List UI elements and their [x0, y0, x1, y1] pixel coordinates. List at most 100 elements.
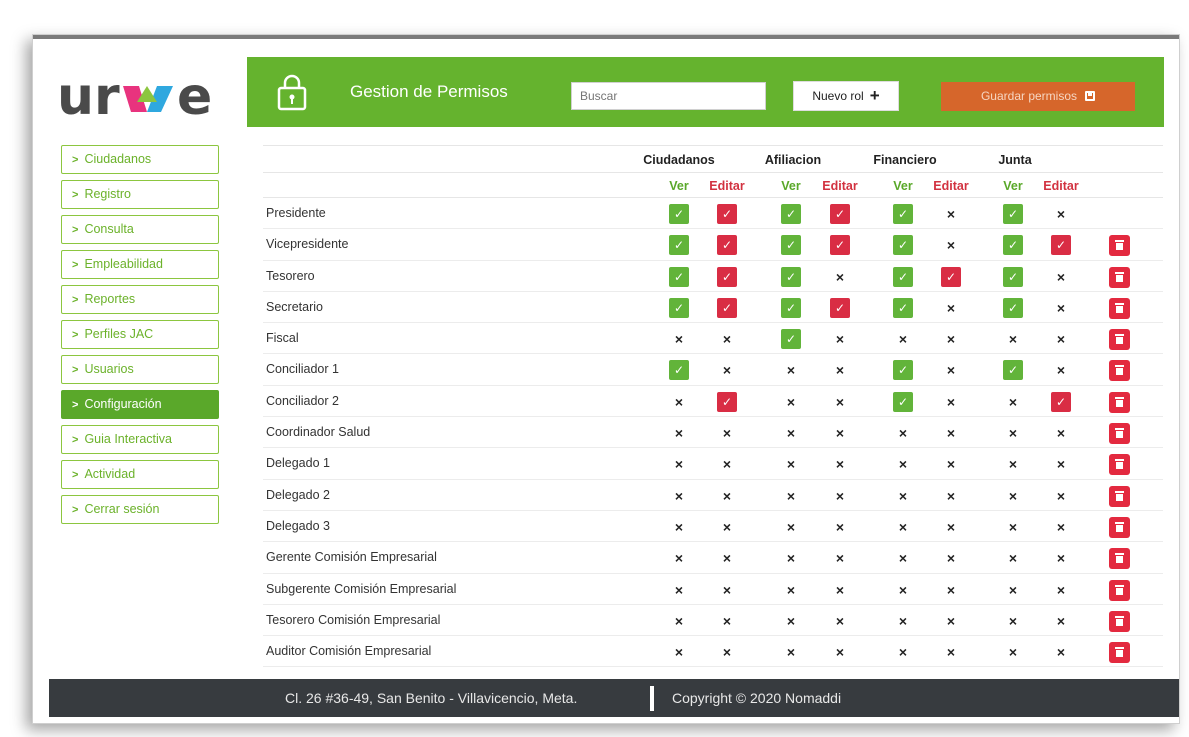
- cross-icon[interactable]: ×: [941, 548, 961, 568]
- cross-icon[interactable]: ×: [1003, 454, 1023, 474]
- cross-icon[interactable]: ×: [1051, 580, 1071, 600]
- sidebar-item-2[interactable]: > Consulta: [61, 215, 219, 244]
- trash-icon[interactable]: [1109, 391, 1130, 413]
- cross-icon[interactable]: ×: [1051, 423, 1071, 443]
- cross-icon[interactable]: ×: [717, 360, 737, 380]
- sidebar-item-10[interactable]: > Cerrar sesión: [61, 495, 219, 524]
- cross-icon[interactable]: ×: [717, 580, 737, 600]
- cross-icon[interactable]: ×: [941, 517, 961, 537]
- cross-icon[interactable]: ×: [781, 548, 801, 568]
- cross-icon[interactable]: ×: [893, 517, 913, 537]
- cross-icon[interactable]: ×: [941, 580, 961, 600]
- cross-icon[interactable]: ×: [893, 329, 913, 349]
- cross-icon[interactable]: ×: [717, 486, 737, 506]
- checkmark-icon[interactable]: ✓: [830, 204, 850, 224]
- trash-icon[interactable]: [1109, 423, 1130, 445]
- checkmark-icon[interactable]: ✓: [781, 297, 801, 318]
- cross-icon[interactable]: ×: [830, 360, 850, 380]
- cross-icon[interactable]: ×: [1051, 267, 1071, 287]
- cross-icon[interactable]: ×: [781, 611, 801, 631]
- cross-icon[interactable]: ×: [941, 298, 961, 318]
- cross-icon[interactable]: ×: [669, 580, 689, 600]
- cross-icon[interactable]: ×: [669, 611, 689, 631]
- checkmark-icon[interactable]: ✓: [781, 235, 801, 256]
- cross-icon[interactable]: ×: [781, 517, 801, 537]
- cross-icon[interactable]: ×: [669, 486, 689, 506]
- cross-icon[interactable]: ×: [717, 517, 737, 537]
- checkmark-icon[interactable]: ✓: [1003, 266, 1023, 287]
- cross-icon[interactable]: ×: [830, 642, 850, 662]
- checkmark-icon[interactable]: ✓: [830, 235, 850, 256]
- sidebar-item-0[interactable]: > Ciudadanos: [61, 145, 219, 174]
- cross-icon[interactable]: ×: [1051, 642, 1071, 662]
- cross-icon[interactable]: ×: [669, 642, 689, 662]
- checkmark-icon[interactable]: ✓: [893, 391, 913, 412]
- cross-icon[interactable]: ×: [781, 392, 801, 412]
- checkmark-icon[interactable]: ✓: [893, 266, 913, 287]
- checkmark-icon[interactable]: ✓: [893, 204, 913, 224]
- sidebar-item-8[interactable]: > Guia Interactiva: [61, 425, 219, 454]
- trash-icon[interactable]: [1109, 297, 1130, 319]
- cross-icon[interactable]: ×: [1003, 548, 1023, 568]
- cross-icon[interactable]: ×: [893, 454, 913, 474]
- cross-icon[interactable]: ×: [941, 235, 961, 255]
- cross-icon[interactable]: ×: [1051, 204, 1071, 224]
- save-permissions-button[interactable]: Guardar permisos: [941, 82, 1135, 111]
- cross-icon[interactable]: ×: [717, 454, 737, 474]
- sidebar-item-4[interactable]: > Reportes: [61, 285, 219, 314]
- checkmark-icon[interactable]: ✓: [717, 391, 737, 412]
- sidebar-item-5[interactable]: > Perfiles JAC: [61, 320, 219, 349]
- new-role-button[interactable]: Nuevo rol +: [793, 81, 899, 111]
- cross-icon[interactable]: ×: [941, 204, 961, 224]
- cross-icon[interactable]: ×: [830, 454, 850, 474]
- search-input[interactable]: [571, 82, 766, 110]
- trash-icon[interactable]: [1109, 360, 1130, 382]
- checkmark-icon[interactable]: ✓: [781, 266, 801, 287]
- cross-icon[interactable]: ×: [1003, 517, 1023, 537]
- cross-icon[interactable]: ×: [669, 517, 689, 537]
- cross-icon[interactable]: ×: [1003, 423, 1023, 443]
- sidebar-item-7[interactable]: > Configuración: [61, 390, 219, 419]
- cross-icon[interactable]: ×: [781, 454, 801, 474]
- cross-icon[interactable]: ×: [941, 611, 961, 631]
- checkmark-icon[interactable]: ✓: [717, 266, 737, 287]
- checkmark-icon[interactable]: ✓: [893, 297, 913, 318]
- cross-icon[interactable]: ×: [1003, 392, 1023, 412]
- cross-icon[interactable]: ×: [830, 548, 850, 568]
- checkmark-icon[interactable]: ✓: [1051, 391, 1071, 412]
- cross-icon[interactable]: ×: [830, 517, 850, 537]
- cross-icon[interactable]: ×: [893, 423, 913, 443]
- cross-icon[interactable]: ×: [941, 329, 961, 349]
- checkmark-icon[interactable]: ✓: [717, 204, 737, 224]
- cross-icon[interactable]: ×: [941, 423, 961, 443]
- trash-icon[interactable]: [1109, 642, 1130, 664]
- checkmark-icon[interactable]: ✓: [669, 266, 689, 287]
- cross-icon[interactable]: ×: [941, 642, 961, 662]
- trash-icon[interactable]: [1109, 548, 1130, 570]
- checkmark-icon[interactable]: ✓: [669, 235, 689, 256]
- trash-icon[interactable]: [1109, 516, 1130, 538]
- checkmark-icon[interactable]: ✓: [893, 235, 913, 256]
- cross-icon[interactable]: ×: [893, 486, 913, 506]
- cross-icon[interactable]: ×: [1051, 517, 1071, 537]
- checkmark-icon[interactable]: ✓: [717, 235, 737, 256]
- cross-icon[interactable]: ×: [893, 611, 913, 631]
- checkmark-icon[interactable]: ✓: [669, 204, 689, 224]
- trash-icon[interactable]: [1109, 610, 1130, 632]
- checkmark-icon[interactable]: ✓: [830, 297, 850, 318]
- cross-icon[interactable]: ×: [1051, 454, 1071, 474]
- cross-icon[interactable]: ×: [830, 611, 850, 631]
- cross-icon[interactable]: ×: [669, 423, 689, 443]
- cross-icon[interactable]: ×: [717, 611, 737, 631]
- checkmark-icon[interactable]: ✓: [1003, 204, 1023, 224]
- cross-icon[interactable]: ×: [781, 486, 801, 506]
- cross-icon[interactable]: ×: [781, 423, 801, 443]
- cross-icon[interactable]: ×: [669, 548, 689, 568]
- cross-icon[interactable]: ×: [893, 580, 913, 600]
- cross-icon[interactable]: ×: [781, 580, 801, 600]
- cross-icon[interactable]: ×: [941, 454, 961, 474]
- checkmark-icon[interactable]: ✓: [1051, 235, 1071, 256]
- cross-icon[interactable]: ×: [1003, 611, 1023, 631]
- cross-icon[interactable]: ×: [893, 642, 913, 662]
- cross-icon[interactable]: ×: [717, 329, 737, 349]
